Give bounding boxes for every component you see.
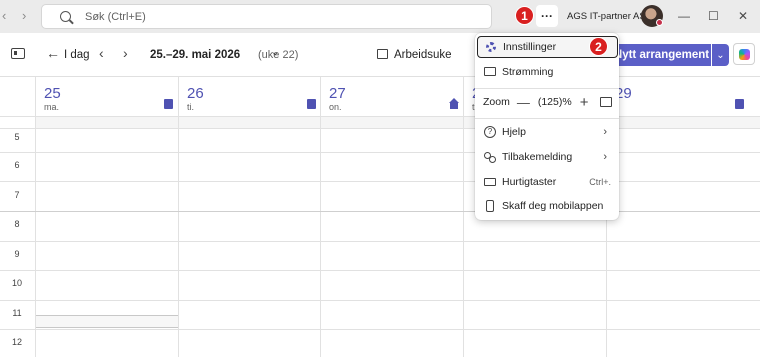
- help-icon: ?: [484, 126, 496, 138]
- menu-item-help[interactable]: ? Hjelp ›: [475, 121, 619, 143]
- zoom-value: (125)%: [537, 96, 572, 108]
- forward-arrow-icon[interactable]: ›: [22, 8, 26, 23]
- menu-item-shortcuts[interactable]: Hurtigtaster Ctrl+.: [475, 171, 619, 193]
- day-name-wed: on.: [329, 102, 342, 112]
- today-button[interactable]: I dag: [64, 49, 90, 61]
- chevron-right-icon: ›: [603, 126, 607, 138]
- zoom-in-button[interactable]: +: [580, 94, 589, 111]
- day-number-mon[interactable]: 25: [44, 85, 61, 102]
- copilot-icon[interactable]: [733, 43, 755, 65]
- fullscreen-icon[interactable]: [600, 97, 613, 107]
- search-icon: [60, 11, 71, 22]
- hour-label: 5: [14, 132, 20, 142]
- menu-item-zoom: Zoom — (125)% +: [475, 91, 619, 113]
- hour-label: 11: [12, 308, 22, 318]
- search-placeholder: Søk (Ctrl+E): [85, 11, 146, 23]
- menu-item-label: Skaff deg mobilappen: [502, 200, 604, 212]
- more-options-menu: Innstillinger 2 Strømming Zoom — (125)% …: [475, 33, 619, 220]
- calendar-view-icon[interactable]: [377, 49, 388, 59]
- more-options-button[interactable]: ···: [536, 5, 558, 27]
- home-icon-base: [450, 103, 458, 109]
- hour-line: [0, 329, 760, 330]
- back-arrow-icon[interactable]: ‹: [2, 8, 6, 23]
- callout-badge-1: 1: [515, 6, 534, 25]
- calendar-event-block[interactable]: [36, 315, 178, 328]
- hour-label: 6: [14, 160, 20, 170]
- menu-item-streaming[interactable]: Strømming: [475, 61, 619, 83]
- column-divider: [178, 77, 179, 357]
- hour-line: [0, 300, 760, 301]
- all-day-row[interactable]: [35, 117, 760, 128]
- day-name-tue: ti.: [187, 102, 195, 112]
- hour-label: 10: [11, 278, 22, 288]
- previous-week-icon[interactable]: ‹: [99, 45, 104, 61]
- phone-icon: [484, 200, 496, 212]
- office-building-icon[interactable]: [307, 99, 316, 109]
- day-name-mon: ma.: [44, 102, 60, 112]
- hour-line: [0, 128, 760, 129]
- callout-badge-2: 2: [589, 37, 608, 56]
- menu-item-label: Hurtigtaster: [502, 176, 557, 188]
- zoom-out-button[interactable]: —: [517, 95, 530, 110]
- search-box[interactable]: Søk (Ctrl+E): [41, 4, 492, 29]
- new-event-dropdown-icon[interactable]: ⌄: [712, 44, 729, 66]
- hour-label: 8: [14, 219, 20, 229]
- organization-name[interactable]: AGS IT-partner AS: [567, 11, 646, 22]
- hour-label: 9: [14, 249, 20, 259]
- menu-item-label: Innstillinger: [503, 41, 557, 53]
- hour-line: [0, 152, 760, 153]
- menu-item-label: Hjelp: [502, 126, 526, 138]
- day-number-tue[interactable]: 26: [187, 85, 204, 102]
- menu-item-label: Tilbakemelding: [502, 151, 573, 163]
- hour-label: 7: [14, 190, 20, 200]
- hour-line: [0, 270, 760, 271]
- arrow-left-icon[interactable]: ←: [46, 45, 60, 61]
- hour-line: [0, 181, 760, 182]
- feedback-icon: [484, 151, 496, 163]
- maximize-button[interactable]: ☐: [708, 9, 719, 23]
- shortcut-key: Ctrl+.: [589, 177, 611, 187]
- column-divider: [463, 77, 464, 357]
- work-location-icon[interactable]: [164, 99, 173, 109]
- hour-label: 12: [11, 337, 22, 347]
- chevron-right-icon: ›: [603, 151, 607, 163]
- minimize-button[interactable]: —: [678, 9, 690, 23]
- menu-divider: [475, 118, 619, 119]
- sidebar-toggle-icon[interactable]: [11, 48, 25, 59]
- presence-status-icon: [656, 19, 663, 26]
- gear-icon: [485, 41, 497, 53]
- chevron-down-icon[interactable]: ⌄: [271, 47, 279, 58]
- view-selector[interactable]: Arbeidsuke: [394, 49, 452, 61]
- office-building-icon[interactable]: [735, 99, 744, 109]
- menu-item-feedback[interactable]: Tilbakemelding ›: [475, 146, 619, 168]
- work-hours-line: [0, 211, 760, 212]
- menu-divider: [475, 88, 619, 89]
- zoom-label: Zoom: [483, 96, 510, 108]
- date-range-label[interactable]: 25.–29. mai 2026: [150, 49, 240, 61]
- menu-item-mobile-app[interactable]: Skaff deg mobilappen: [475, 195, 619, 217]
- keyboard-icon: [484, 176, 496, 188]
- streaming-icon: [484, 66, 496, 78]
- new-event-button[interactable]: Nytt arrangement: [612, 44, 711, 66]
- day-number-wed[interactable]: 27: [329, 85, 346, 102]
- close-button[interactable]: ✕: [738, 9, 748, 23]
- column-divider: [320, 77, 321, 357]
- hour-line: [0, 241, 760, 242]
- next-week-icon[interactable]: ›: [123, 45, 128, 61]
- menu-item-label: Strømming: [502, 66, 554, 78]
